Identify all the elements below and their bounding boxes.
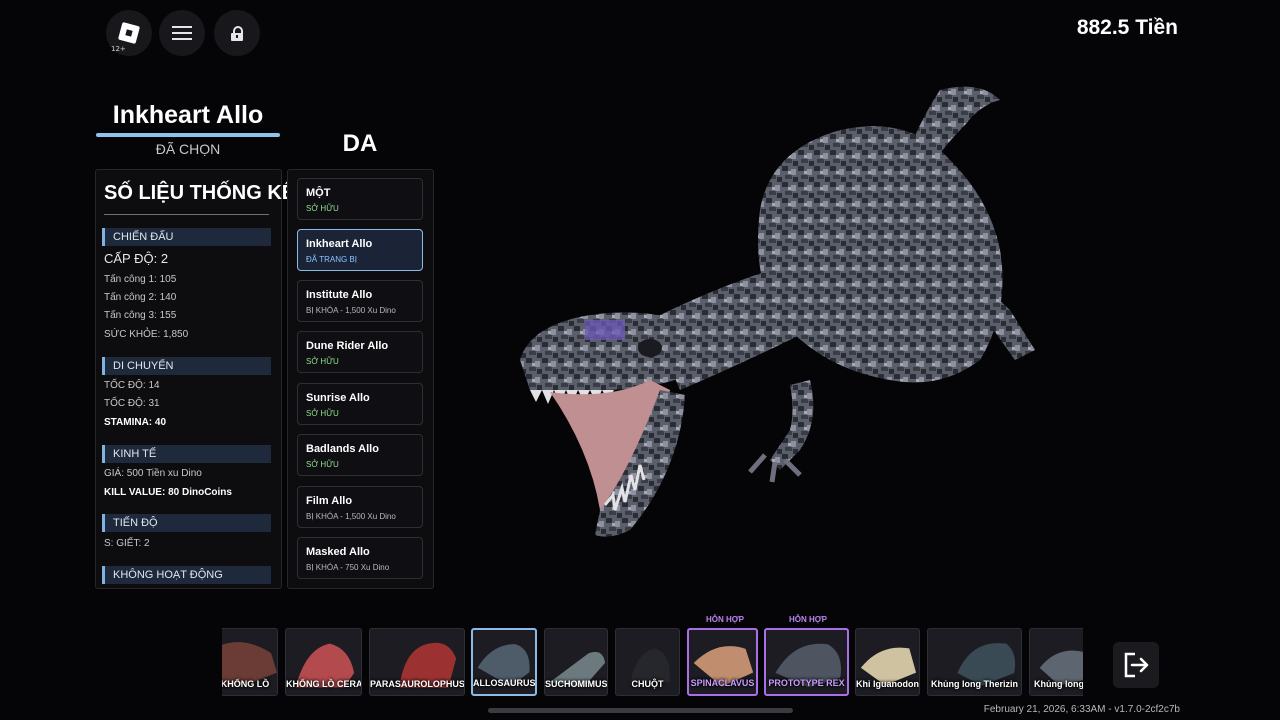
dino-card-label: SUCHOMIMUS — [545, 679, 608, 689]
hybrid-badge: HỖN HỢP — [706, 615, 744, 624]
section-progress: TIẾN ĐỘ — [102, 514, 271, 532]
stat-speed-2: TỐC ĐỘ: 31 — [104, 398, 160, 409]
skin-item[interactable]: Sunrise Allo SỞ HỮU — [297, 383, 423, 425]
skin-item[interactable]: Institute Allo BỊ KHÓA - 1,500 Xu Dino — [297, 280, 423, 322]
dino-card-label: ALLOSAURUS — [473, 678, 536, 688]
roblox-logo-icon — [117, 21, 141, 45]
dino-card-label: SPINACLAVUS — [690, 678, 755, 688]
dino-card-label: KHỔNG LỒ CERATO — [286, 679, 362, 689]
age-rating: 12+ — [111, 45, 126, 53]
dino-card[interactable]: KHỔNG LỒ CERATO — [285, 628, 362, 696]
dino-card-label: PARASAUROLOPHUS — [370, 679, 465, 689]
skin-name: Badlands Allo — [306, 443, 379, 455]
dino-card-label: PROTOTYPE REX — [768, 678, 845, 688]
skin-name: Masked Allo — [306, 546, 370, 558]
menu-icon — [172, 22, 192, 44]
stat-attack-1: Tấn công 1: 105 — [104, 274, 177, 285]
skin-item[interactable]: MỘT SỞ HỮU — [297, 178, 423, 220]
skin-name: Dune Rider Allo — [306, 340, 389, 352]
stats-panel: SỐ LIỆU THỐNG KÊ CHIẾN ĐẤU CẤP ĐỘ: 2 Tấn… — [95, 169, 295, 589]
lock-button[interactable] — [214, 10, 260, 56]
section-combat: CHIẾN ĐẤU — [102, 228, 271, 246]
hybrid-badge: HỖN HỢP — [789, 615, 827, 624]
section-inactive: KHÔNG HOẠT ĐỘNG — [102, 566, 271, 584]
exit-icon — [1124, 652, 1149, 678]
skin-status: SỞ HỮU — [306, 357, 339, 366]
skin-status: SỞ HỮU — [306, 460, 339, 469]
exit-button[interactable] — [1113, 642, 1159, 688]
skin-name: Film Allo — [306, 495, 353, 507]
skins-title: DA — [342, 130, 378, 157]
skin-name: Institute Allo — [306, 289, 373, 301]
dino-name: Inkheart Allo — [112, 101, 264, 129]
carousel-scrollbar[interactable] — [488, 708, 793, 713]
stat-attack-3: Tấn công 3: 155 — [104, 310, 177, 321]
stat-attack-2: Tấn công 2: 140 — [104, 292, 177, 303]
skin-status: BỊ KHÓA - 750 Xu Dino — [306, 563, 390, 572]
stat-kill-value: KILL VALUE: 80 DinoCoins — [104, 487, 232, 498]
stat-level: CẤP ĐỘ: 2 — [104, 251, 169, 266]
stat-kills: S: GIẾT: 2 — [104, 538, 150, 549]
dino-card[interactable]: Khỉ Iguanodon — [855, 628, 920, 696]
selected-status: ĐÃ CHỌN — [155, 141, 221, 157]
lock-icon — [231, 26, 243, 41]
dino-card-selected[interactable]: ALLOSAURUS — [471, 628, 537, 696]
skin-name: Sunrise Allo — [306, 392, 370, 404]
menu-button[interactable] — [159, 10, 205, 56]
skin-status: BỊ KHÓA - 1,500 Xu Dino — [306, 512, 396, 521]
stat-stamina: STAMINA: 40 — [104, 417, 167, 428]
skin-item-equipped[interactable]: Inkheart Allo ĐÃ TRANG BỊ — [297, 229, 423, 271]
stat-speed-1: TỐC ĐỘ: 14 — [104, 380, 160, 391]
section-movement: DI CHUYỂN — [102, 357, 271, 375]
stat-health: SỨC KHỎE: 1,850 — [104, 329, 189, 340]
dino-card-label: Khủng long Therizin — [931, 679, 1018, 689]
dino-card[interactable]: CHUỘT — [615, 628, 680, 696]
skin-item[interactable]: Dune Rider Allo SỞ HỮU — [297, 331, 423, 373]
currency-display: 882.5 Tiền — [1076, 16, 1178, 39]
dino-card[interactable]: SUCHOMIMUS — [544, 628, 608, 696]
skin-status: BỊ KHÓA - 1,500 Xu Dino — [306, 306, 396, 315]
dino-model-viewport[interactable] — [510, 70, 1070, 550]
dino-card[interactable]: PARASAUROLOPHUS — [369, 628, 465, 696]
dino-card-label: Khỉ Iguanodon — [856, 679, 919, 689]
skins-panel: MỘT SỞ HỮU Inkheart Allo ĐÃ TRANG BỊ Ins… — [287, 169, 434, 589]
dino-card-hybrid[interactable]: PROTOTYPE REX — [764, 628, 849, 696]
stats-heading: SỐ LIỆU THỐNG KÊ — [104, 182, 296, 204]
build-info: February 21, 2026, 6:33AM - v1.7.0-2cf2c… — [983, 704, 1180, 715]
title-underline — [96, 133, 280, 137]
dino-card[interactable]: KHỔNG LỒ — [222, 628, 278, 696]
section-economy: KINH TẾ — [102, 445, 271, 463]
skin-status: ĐÃ TRANG BỊ — [306, 255, 357, 264]
stat-price: GIÁ: 500 Tiền xu Dino — [104, 468, 202, 479]
skin-name: MỘT — [306, 187, 331, 199]
dino-card[interactable]: Khủng long Therizin — [927, 628, 1022, 696]
skin-item[interactable]: Masked Allo BỊ KHÓA - 750 Xu Dino — [297, 537, 423, 579]
dino-card-hybrid[interactable]: SPINACLAVUS — [687, 628, 758, 696]
skin-status: SỞ HỮU — [306, 204, 339, 213]
divider — [104, 214, 269, 215]
skin-item[interactable]: Badlands Allo SỞ HỮU — [297, 434, 423, 476]
skin-status: SỞ HỮU — [306, 409, 339, 418]
dino-card-label: Khủng long c — [1034, 679, 1083, 689]
dino-card-label: CHUỘT — [631, 679, 664, 689]
dino-carousel[interactable]: KHỔNG LỒ KHỔNG LỒ CERATO PARASAUROLOPHUS… — [222, 610, 1083, 702]
dino-card[interactable]: Khủng long c — [1029, 628, 1083, 696]
skin-item[interactable]: Film Allo BỊ KHÓA - 1,500 Xu Dino — [297, 486, 423, 528]
skin-name: Inkheart Allo — [306, 238, 373, 250]
dino-card-label: KHỔNG LỒ — [222, 679, 270, 689]
